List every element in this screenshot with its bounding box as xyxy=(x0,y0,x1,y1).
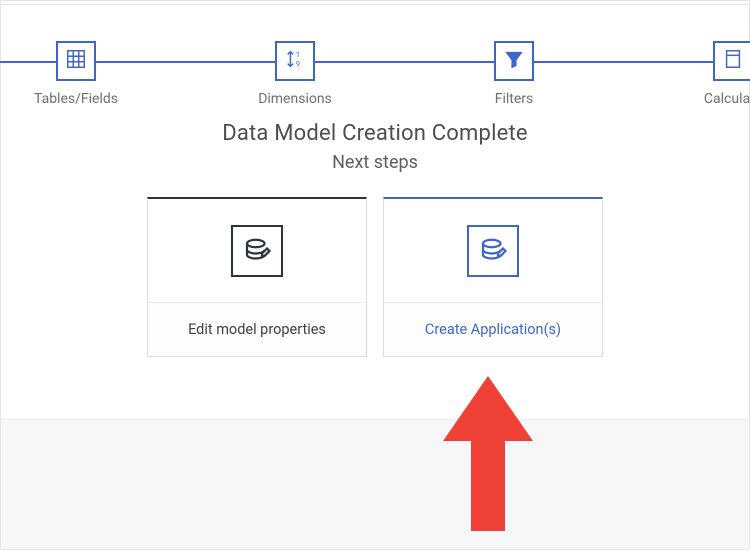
dimensions-icon: 19 xyxy=(284,48,306,74)
step-filters[interactable] xyxy=(494,41,534,81)
next-step-cards: Edit model properties Create Application… xyxy=(147,197,603,357)
calc-icon xyxy=(722,48,744,74)
database-edit-icon xyxy=(231,225,283,277)
page-title: Data Model Creation Complete xyxy=(1,121,749,146)
create-applications-card[interactable]: Create Application(s) xyxy=(383,197,603,357)
step-dimensions[interactable]: 19 xyxy=(275,41,315,81)
svg-text:9: 9 xyxy=(296,59,300,68)
step-label: Filters xyxy=(444,91,584,107)
page-subtitle: Next steps xyxy=(1,152,749,173)
grid-icon xyxy=(65,48,87,74)
step-label: Dimensions xyxy=(225,91,365,107)
step-label: Calculate xyxy=(663,91,750,107)
step-label: Tables/Fields xyxy=(6,91,146,107)
funnel-icon xyxy=(503,48,525,74)
stepper-track xyxy=(0,61,750,63)
step-calculate[interactable] xyxy=(713,41,750,81)
card-icon-zone xyxy=(384,199,602,302)
wizard-page: Tables/Fields 19 Dimensions Filters Calc… xyxy=(0,0,750,550)
card-icon-zone xyxy=(148,199,366,302)
card-label: Create Application(s) xyxy=(384,302,602,356)
card-label: Edit model properties xyxy=(148,302,366,356)
step-tables-fields[interactable] xyxy=(56,41,96,81)
database-edit-icon xyxy=(467,225,519,277)
completion-headline: Data Model Creation Complete Next steps xyxy=(1,121,749,173)
svg-text:1: 1 xyxy=(296,50,300,59)
top-divider xyxy=(1,1,749,5)
wizard-stepper: Tables/Fields 19 Dimensions Filters Calc… xyxy=(0,23,750,103)
edit-model-properties-card[interactable]: Edit model properties xyxy=(147,197,367,357)
footer-area xyxy=(1,419,749,549)
